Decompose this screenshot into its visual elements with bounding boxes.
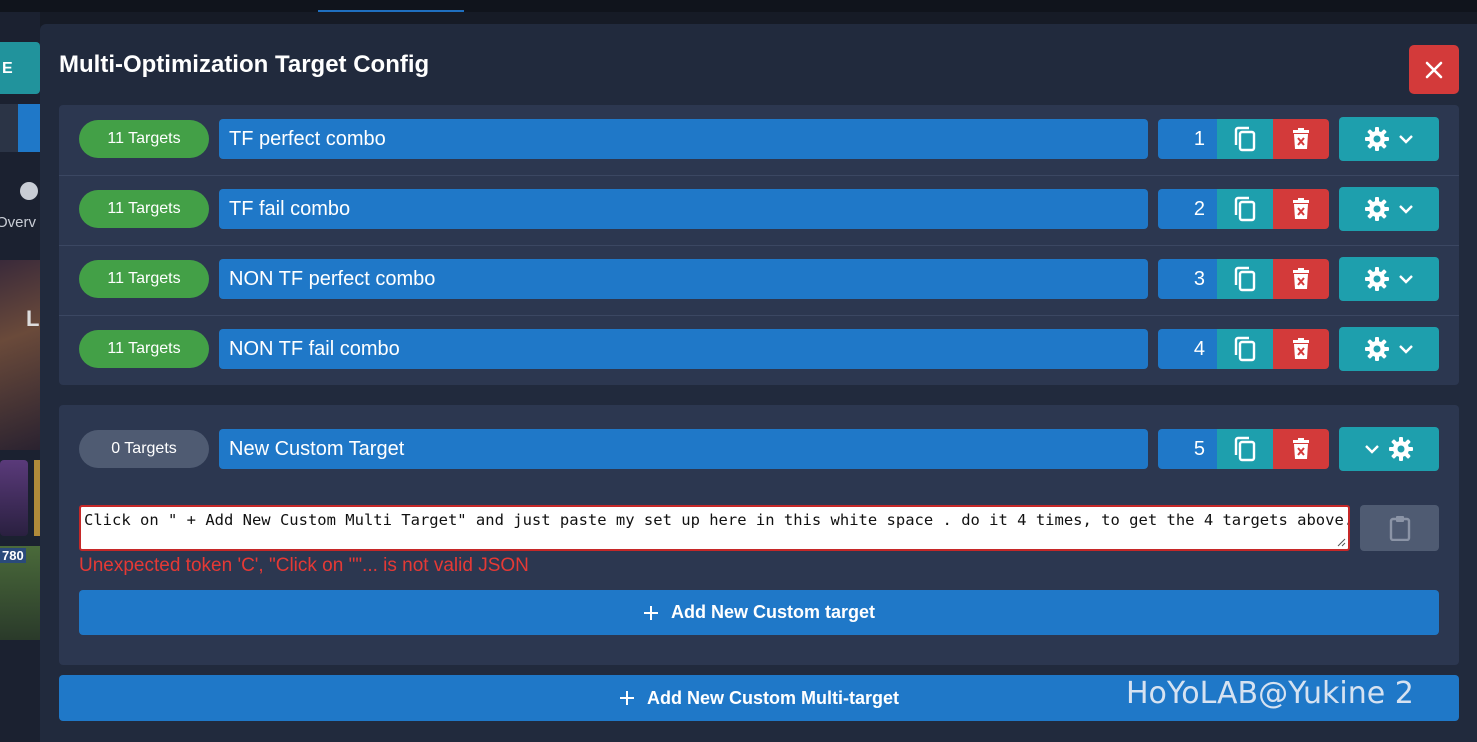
custom-target-row: 0 Targets New Custom Target 5 [59, 415, 1459, 485]
targets-group: 11 Targets TF perfect combo 1 11 Targets… [59, 105, 1459, 385]
multi-target-config-modal: Multi-Optimization Target Config 11 Targ… [40, 24, 1477, 742]
trash-icon [1293, 438, 1309, 459]
clipboard-icon [1389, 516, 1410, 541]
target-count-pill[interactable]: 11 Targets [79, 190, 209, 228]
plus-icon [620, 691, 634, 705]
person-icon [20, 182, 38, 200]
topbar-active-indicator [318, 10, 464, 12]
target-row: 11 Targets TF fail combo 2 [59, 175, 1459, 245]
app-topbar [0, 0, 1477, 12]
delete-button[interactable] [1273, 429, 1329, 469]
target-actions: 3 [1158, 259, 1329, 299]
delete-button[interactable] [1273, 189, 1329, 229]
trash-icon [1293, 268, 1309, 289]
gear-icon [1365, 127, 1389, 151]
target-name-input[interactable]: NON TF fail combo [219, 329, 1148, 369]
delete-button[interactable] [1273, 119, 1329, 159]
plus-icon [643, 605, 658, 620]
copy-icon [1234, 266, 1256, 292]
overview-nav-label[interactable]: Overv [0, 214, 36, 231]
target-actions: 5 [1158, 429, 1329, 469]
character-letter: L [26, 306, 40, 331]
target-settings-button[interactable] [1339, 327, 1439, 371]
background-tab[interactable] [0, 104, 40, 152]
trash-icon [1293, 128, 1309, 149]
modal-title: Multi-Optimization Target Config [59, 51, 430, 78]
target-name-input[interactable]: NON TF perfect combo [219, 259, 1148, 299]
target-settings-button[interactable] [1339, 187, 1439, 231]
weapon-art [0, 460, 28, 536]
chart-chip-label: E [2, 60, 13, 77]
multi-target-json-textarea[interactable]: Click on " + Add New Custom Multi Target… [79, 505, 1350, 551]
target-settings-button[interactable] [1339, 257, 1439, 301]
target-row: 11 Targets NON TF perfect combo 3 [59, 245, 1459, 315]
custom-target-group: 0 Targets New Custom Target 5 Click on "… [59, 405, 1459, 665]
chevron-down-icon [1399, 205, 1413, 214]
delete-button[interactable] [1273, 259, 1329, 299]
duplicate-button[interactable] [1217, 189, 1273, 229]
chevron-down-icon [1399, 275, 1413, 284]
chart-chip[interactable]: E [0, 42, 40, 94]
duplicate-button[interactable] [1217, 259, 1273, 299]
target-index-button[interactable]: 3 [1158, 259, 1217, 299]
target-index-button[interactable]: 1 [1158, 119, 1217, 159]
row-divider [59, 175, 1459, 176]
target-settings-button[interactable] [1339, 427, 1439, 471]
target-index-button[interactable]: 4 [1158, 329, 1217, 369]
target-actions: 1 [1158, 119, 1329, 159]
copy-icon [1234, 336, 1256, 362]
target-count-pill[interactable]: 11 Targets [79, 330, 209, 368]
add-custom-target-button[interactable]: Add New Custom target [79, 590, 1439, 635]
target-row: 11 Targets TF perfect combo 1 [59, 105, 1459, 175]
json-input-value: Click on " + Add New Custom Multi Target… [84, 511, 1350, 529]
close-icon [1425, 61, 1443, 78]
chevron-down-icon [1399, 135, 1413, 144]
target-settings-button[interactable] [1339, 117, 1439, 161]
target-count-pill[interactable]: 11 Targets [79, 260, 209, 298]
character-art: L [0, 260, 40, 450]
duplicate-button[interactable] [1217, 329, 1273, 369]
json-error-message: Unexpected token 'C', "Click on ""... is… [79, 555, 529, 576]
level-badge: 780 [0, 548, 26, 563]
trash-icon [1293, 198, 1309, 219]
target-name-input[interactable]: TF fail combo [219, 189, 1148, 229]
copy-icon [1234, 126, 1256, 152]
target-count-pill[interactable]: 0 Targets [79, 430, 209, 468]
target-index-button[interactable]: 2 [1158, 189, 1217, 229]
target-count-pill[interactable]: 11 Targets [79, 120, 209, 158]
character-art-2: 780 [0, 546, 40, 640]
target-actions: 2 [1158, 189, 1329, 229]
duplicate-button[interactable] [1217, 119, 1273, 159]
target-name-input[interactable]: New Custom Target [219, 429, 1148, 469]
chevron-down-icon [1399, 345, 1413, 354]
row-divider [59, 245, 1459, 246]
row-divider [59, 315, 1459, 316]
resize-handle-icon[interactable] [1336, 537, 1346, 547]
copy-icon [1234, 196, 1256, 222]
gear-icon [1365, 337, 1389, 361]
background-app-panel: E Overv L 780 [0, 12, 40, 742]
target-row: 11 Targets NON TF fail combo 4 [59, 315, 1459, 385]
add-custom-multi-target-label: Add New Custom Multi-target [647, 687, 899, 708]
delete-button[interactable] [1273, 329, 1329, 369]
target-name-input[interactable]: TF perfect combo [219, 119, 1148, 159]
gear-icon [1365, 267, 1389, 291]
gear-icon [1365, 197, 1389, 221]
copy-icon [1234, 436, 1256, 462]
watermark: HoYoLAB@Yukine 2 [1126, 676, 1414, 711]
trash-icon [1293, 338, 1309, 359]
gear-icon [1389, 437, 1413, 461]
target-index-button[interactable]: 5 [1158, 429, 1217, 469]
close-button[interactable] [1409, 45, 1459, 94]
duplicate-button[interactable] [1217, 429, 1273, 469]
add-custom-target-label: Add New Custom target [670, 602, 875, 622]
paste-button[interactable] [1360, 505, 1439, 551]
target-actions: 4 [1158, 329, 1329, 369]
chevron-down-icon [1365, 445, 1379, 454]
